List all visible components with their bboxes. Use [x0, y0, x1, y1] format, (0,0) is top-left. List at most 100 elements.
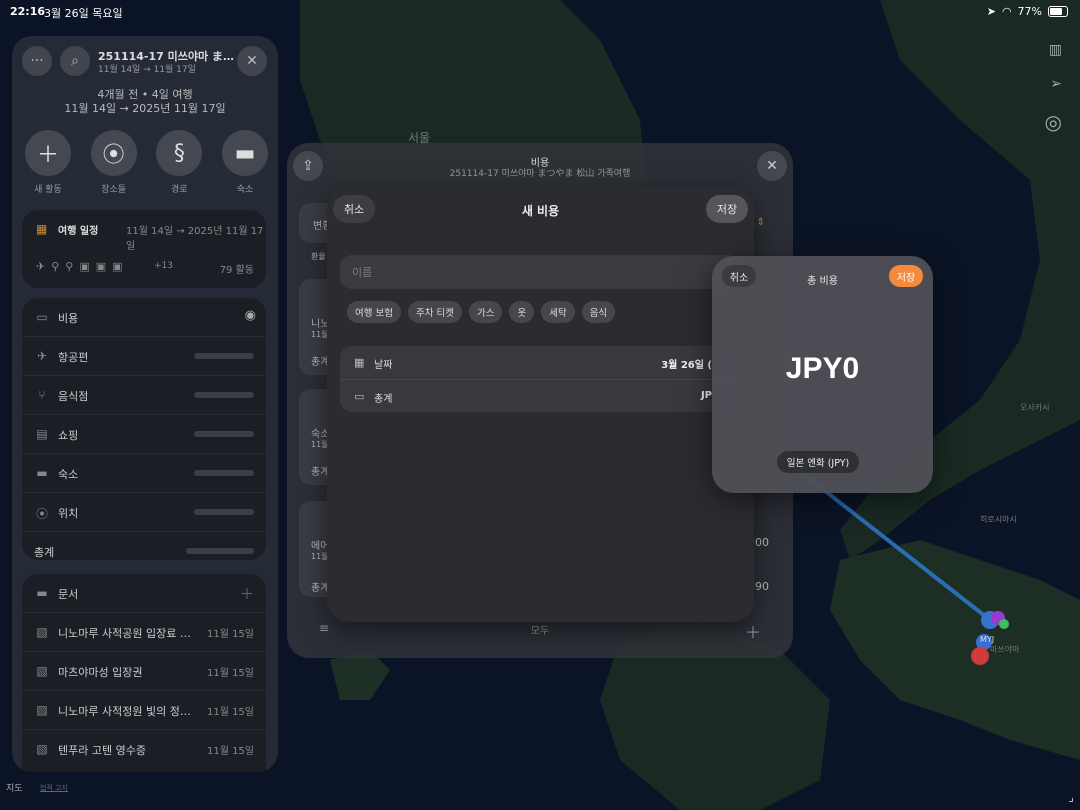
date-value: 3월 26일 ( — [661, 360, 712, 371]
chip-laundry[interactable]: 세탁 — [541, 301, 575, 323]
transport-icons: ✈⚲⚲▣▣▣ — [36, 260, 129, 273]
status-time: 22:16 — [10, 5, 46, 18]
hidden-amount — [194, 431, 254, 437]
add-expense-icon[interactable]: ＋ — [745, 619, 761, 643]
plus-icon: ＋ — [36, 143, 59, 168]
document-row[interactable]: ▧ 니노마루 사적공원 입장료 영수증 11월 15일 — [22, 613, 266, 652]
pin-icon: ⦿ — [35, 507, 48, 521]
lodging-action[interactable]: ▬ 숙소 — [221, 130, 269, 195]
map-marker[interactable] — [971, 647, 989, 665]
chip-parking-ticket[interactable]: 주차 티켓 — [407, 301, 462, 323]
fork-knife-icon: ⑂ — [38, 388, 46, 402]
new-activity-action[interactable]: ＋ 새 활동 — [24, 130, 72, 195]
wifi-icon: ◠ — [1001, 5, 1012, 18]
battery-percent: 77% — [1017, 5, 1042, 18]
calendar-icon: ▦ — [354, 356, 365, 369]
itinerary-label: 여행 일정 — [58, 226, 99, 237]
expense-row-restaurants[interactable]: ⑂ 음식점 — [22, 376, 266, 415]
expense-name-input[interactable] — [340, 255, 740, 289]
expense-row-shopping[interactable]: ▤ 쇼핑 — [22, 415, 266, 454]
expenses-header[interactable]: ▭ 비용 ◉ — [22, 298, 266, 337]
bag-icon: ▤ — [36, 427, 48, 441]
chip-travel-insurance[interactable]: 여행 보험 — [347, 301, 401, 323]
amount-display[interactable]: JPY0 — [712, 352, 933, 386]
radar-icon[interactable]: ◎ — [1045, 110, 1062, 134]
bed-icon: ▬ — [234, 140, 256, 166]
document-row[interactable]: ▧ 텐푸라 고텐 영수증 11월 15일 — [22, 730, 266, 768]
more-button[interactable]: ··· — [22, 46, 52, 76]
status-date: 3월 26일 목요일 — [44, 7, 123, 20]
trip-sidebar: ··· ⌕ ✕ 251114-17 미쓰야마 まつやま 松山 가족여행 11월 … — [12, 36, 278, 772]
chip-gas[interactable]: 가스 — [468, 301, 503, 323]
hidden-amount — [194, 392, 254, 398]
hidden-amount — [186, 548, 254, 554]
image-icon: ▧ — [36, 664, 48, 678]
card-icon: ▭ — [36, 310, 48, 324]
expense-total-row: 총계 — [22, 532, 266, 570]
itinerary-card[interactable]: ▦ 여행 일정 11월 14일 → 2025년 11월 17일 ✈⚲⚲▣▣▣ +… — [22, 210, 266, 288]
document-row[interactable]: ▧ 니노마루 사적정원 빛의 정원 입장권 11월 15일 — [22, 691, 266, 730]
panel-subtitle: 251114-17 미쓰야마 まつやま 松山 가족여행 — [449, 169, 631, 179]
total-row[interactable]: ▭ 총계 JP — [340, 380, 740, 413]
trip-subtitle: 11월 14일 → 11월 17일 — [98, 65, 196, 75]
legal-link[interactable]: 법적 고지 — [40, 783, 68, 793]
expense-amount: 90 — [755, 580, 769, 593]
route-icon: § — [173, 140, 185, 166]
category-chips: 여행 보험 주차 티켓 가스 옷 세탁 음식 — [347, 301, 616, 323]
image-icon: ▧ — [36, 742, 48, 756]
expenses-card: ▭ 비용 ◉ ✈ 항공편 ⑂ 음식점 ▤ 쇼핑 ▬ 숙소 ⦿ 위치 총계 — [22, 298, 266, 560]
pin-icon: ⦿ — [102, 143, 125, 168]
save-button[interactable]: 저장 — [706, 195, 748, 223]
sheet-title: 새 비용 — [521, 204, 560, 218]
chevron-updown-icon[interactable]: ⇕ — [757, 217, 765, 228]
map-label: MYJ — [980, 635, 994, 644]
folder-icon: ▬ — [36, 586, 48, 600]
itinerary-range: 11월 14일 → 2025년 11월 17일 — [126, 226, 264, 252]
total-value: JP — [700, 390, 712, 401]
total-cost-popover: 취소 총 비용 저장 JPY0 일본 엔화 (JPY) — [712, 256, 933, 493]
search-button[interactable]: ⌕ — [60, 46, 90, 76]
resize-handle-icon[interactable]: ⌟ — [1068, 790, 1074, 804]
new-expense-sheet: 취소 새 비용 저장 여행 보험 주차 티켓 가스 옷 세탁 음식 ▦ 날짜 3… — [327, 187, 754, 622]
bed-icon: ▬ — [36, 466, 48, 480]
image-icon: ▧ — [36, 625, 48, 639]
eye-icon[interactable]: ◉ — [245, 308, 256, 323]
route-action[interactable]: § 경로 — [155, 130, 203, 195]
hidden-amount — [194, 353, 254, 359]
ellipsis-icon: ··· — [30, 53, 44, 69]
map-label: 히로시마시 — [980, 514, 1017, 524]
hidden-amount — [194, 470, 254, 476]
calendar-icon: ▦ — [36, 222, 48, 236]
popover-save-button[interactable]: 저장 — [889, 265, 923, 287]
close-icon: ✕ — [246, 53, 258, 69]
location-arrow-icon[interactable]: ➢ — [1050, 76, 1062, 92]
map-marker[interactable] — [999, 619, 1009, 629]
document-row[interactable]: ▧ 마츠야마성 입장권 11월 15일 — [22, 652, 266, 691]
expense-details-list: ▦ 날짜 3월 26일 ( ▭ 총계 JP — [340, 346, 740, 412]
expense-row-location[interactable]: ⦿ 위치 — [22, 493, 266, 532]
image-icon: ▧ — [36, 703, 48, 717]
card-icon: ▭ — [354, 390, 365, 403]
maps-logo: 지도 — [6, 784, 23, 794]
chip-food[interactable]: 음식 — [581, 301, 616, 323]
expense-row-flights[interactable]: ✈ 항공편 — [22, 337, 266, 376]
map-label: 오사카시 — [1020, 403, 1049, 412]
battery-icon — [1048, 6, 1068, 17]
hidden-amount — [194, 509, 254, 515]
chip-clothes[interactable]: 옷 — [509, 301, 535, 323]
location-icon: ➤ — [986, 5, 996, 18]
places-action[interactable]: ⦿ 장소들 — [90, 130, 138, 195]
search-icon: ⌕ — [71, 53, 79, 69]
status-bar: 22:16 3월 26일 목요일 ➤ ◠ 77% — [0, 0, 1080, 22]
filter-all-label[interactable]: 모두 — [287, 622, 793, 637]
close-sidebar-button[interactable]: ✕ — [237, 46, 267, 76]
add-document-icon[interactable]: ＋ — [240, 584, 254, 604]
map-type-icon[interactable]: ▥ — [1049, 42, 1062, 58]
activity-count: 79 활동 — [219, 265, 254, 276]
expense-row-lodging[interactable]: ▬ 숙소 — [22, 454, 266, 493]
more-transport-badge: +13 — [154, 261, 173, 271]
map-label: 마쓰야마 — [990, 644, 1020, 654]
documents-header[interactable]: ▬ 문서 ＋ — [22, 574, 266, 613]
currency-selector[interactable]: 일본 엔화 (JPY) — [777, 451, 859, 473]
date-row[interactable]: ▦ 날짜 3월 26일 ( — [340, 346, 740, 380]
